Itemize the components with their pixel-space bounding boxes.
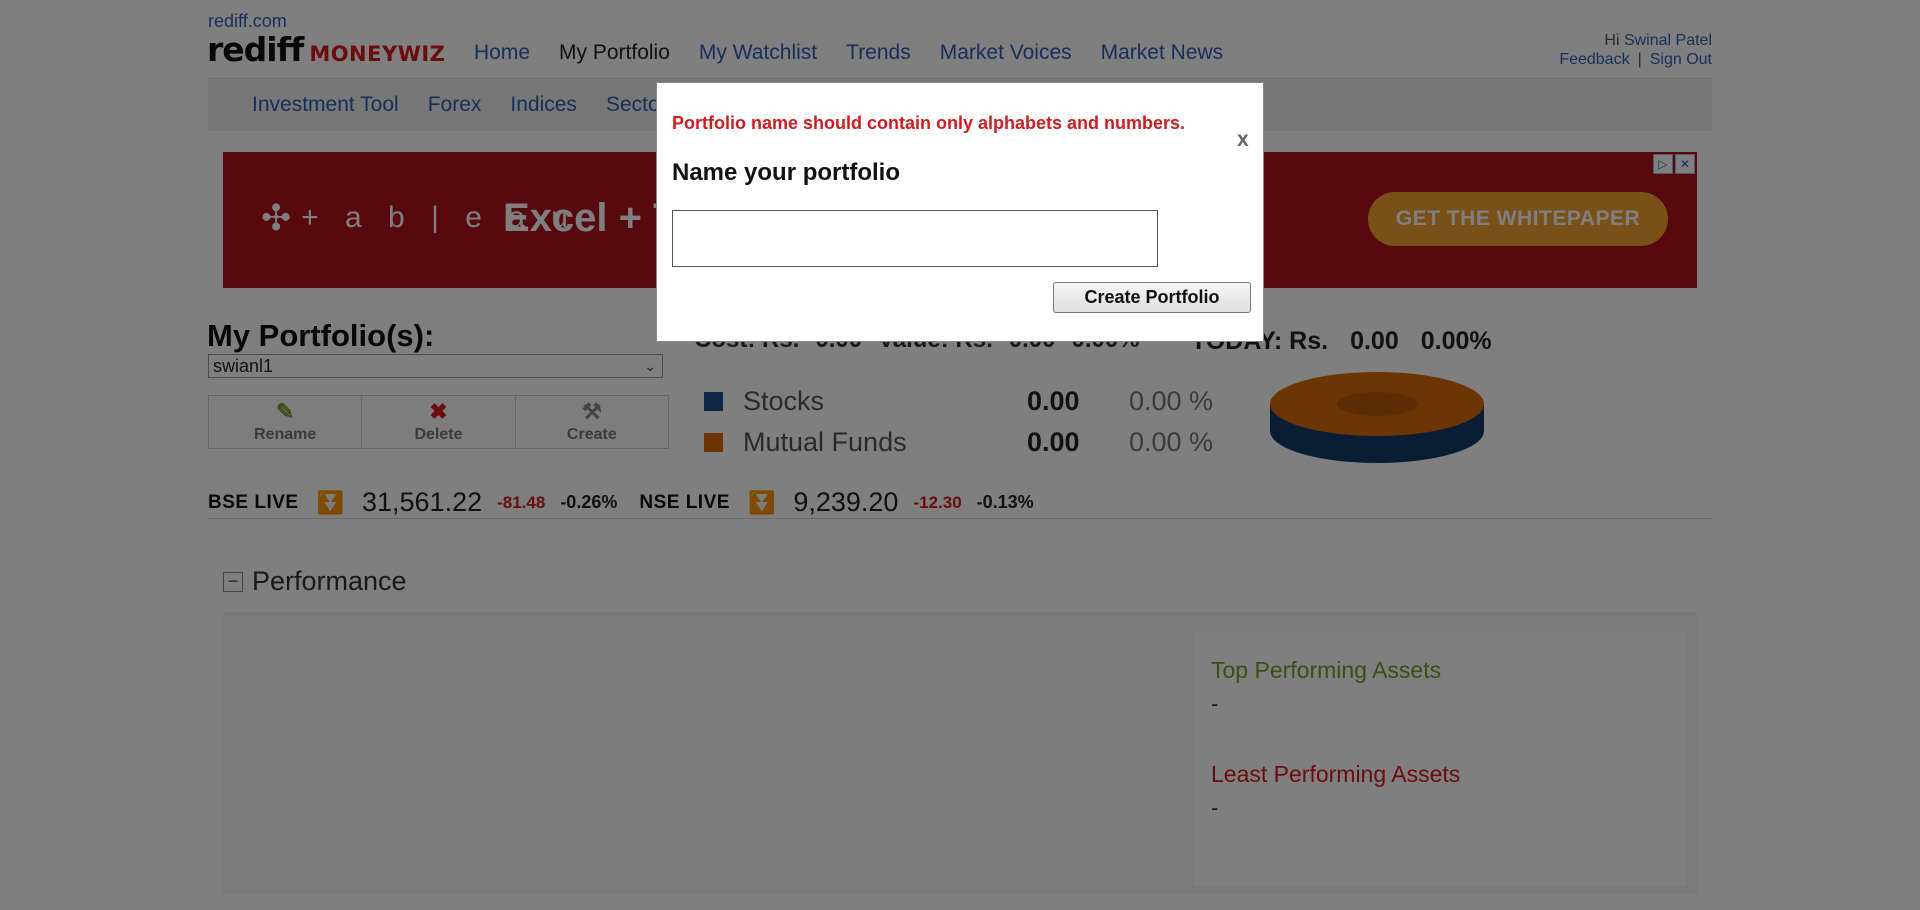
error-message: Portfolio name should contain only alpha…	[672, 113, 1186, 133]
portfolio-name-input[interactable]	[672, 210, 1158, 267]
create-portfolio-dialog: Portfolio name should contain only alpha…	[656, 82, 1264, 342]
create-portfolio-button[interactable]: Create Portfolio	[1053, 282, 1251, 313]
dialog-heading: Name your portfolio	[672, 159, 901, 186]
close-icon[interactable]: x	[1237, 128, 1249, 152]
